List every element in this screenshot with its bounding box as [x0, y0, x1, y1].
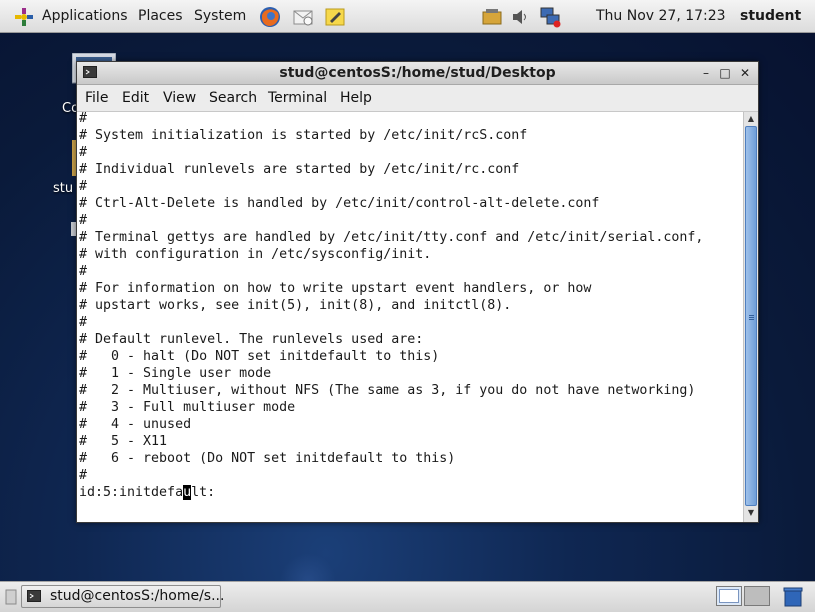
window-titlebar[interactable]: stud@centosS:/home/stud/Desktop – □ ✕ [77, 62, 758, 85]
taskbar-label: stud@centosS:/home/s... [50, 588, 225, 604]
menu-edit[interactable]: Edit [122, 85, 149, 111]
terminal-line: # 3 - Full multiuser mode [79, 400, 296, 415]
terminal-content[interactable]: # # System initialization is started by … [77, 112, 742, 522]
terminal-line: # upstart works, see init(5), init(8), a… [79, 298, 512, 313]
menu-terminal[interactable]: Terminal [268, 85, 327, 111]
mail-icon[interactable] [292, 6, 314, 28]
notes-icon[interactable] [324, 6, 346, 28]
terminal-line: # For information on how to write upstar… [79, 281, 592, 296]
terminal-line: # Default runlevel. The runlevels used a… [79, 332, 424, 347]
system-menu[interactable]: System [194, 0, 246, 33]
bottom-panel: stud@centosS:/home/s... [0, 581, 815, 612]
menu-bar: File Edit View Search Terminal Help [77, 85, 758, 112]
scroll-up-arrow-icon[interactable]: ▲ [745, 113, 757, 125]
scroll-down-arrow-icon[interactable]: ▼ [745, 507, 757, 519]
terminal-line: # [79, 179, 88, 194]
maximize-button[interactable]: □ [716, 64, 734, 82]
applications-menu[interactable]: Applications [42, 0, 128, 33]
volume-icon[interactable] [509, 6, 531, 28]
workspace-1[interactable] [716, 586, 742, 606]
terminal-line: # [79, 145, 88, 160]
terminal-line: # 2 - Multiuser, without NFS (The same a… [79, 383, 696, 398]
grip-icon [749, 315, 754, 316]
terminal-line: # 1 - Single user mode [79, 366, 272, 381]
terminal-line: # [79, 264, 88, 279]
workspace-window-preview [719, 589, 739, 603]
workspace-2[interactable] [744, 586, 770, 606]
terminal-edit-line: id:5:initdefault: [79, 484, 703, 501]
scroll-thumb[interactable] [745, 126, 757, 506]
desktop-icon-label-home: stu [53, 181, 74, 196]
user-menu[interactable]: student [740, 0, 801, 33]
terminal-line: # [79, 315, 88, 330]
show-desktop-icon[interactable] [5, 588, 17, 606]
terminal-icon [27, 590, 41, 602]
terminal-line: # 0 - halt (Do NOT set initdefault to th… [79, 349, 440, 364]
terminal-line: # System initialization is started by /e… [79, 128, 528, 143]
window-title: stud@centosS:/home/stud/Desktop [279, 65, 556, 81]
vertical-scrollbar[interactable]: ▲ ▼ [743, 112, 758, 522]
top-panel: Applications Places System Thu Nov 27, 1… [0, 0, 815, 33]
terminal-line: # 4 - unused [79, 417, 192, 432]
terminal-line: # 6 - reboot (Do NOT set initdefault to … [79, 451, 456, 466]
terminal-window: stud@centosS:/home/stud/Desktop – □ ✕ Fi… [76, 61, 759, 523]
close-button[interactable]: ✕ [736, 64, 754, 82]
terminal-line: # Individual runlevels are started by /e… [79, 162, 520, 177]
text-after-cursor: lt: [191, 485, 216, 500]
trash-icon[interactable] [782, 586, 804, 608]
terminal-line: # 5 - X11 [79, 434, 168, 449]
terminal-text: # # System initialization is started by … [79, 112, 703, 501]
terminal-line: # Terminal gettys are handled by /etc/in… [79, 230, 704, 245]
text-before-cursor: id:5:initdefa [79, 485, 184, 500]
menu-file[interactable]: File [85, 85, 108, 111]
menu-search[interactable]: Search [209, 85, 257, 111]
firefox-icon[interactable] [259, 6, 281, 28]
taskbar-terminal-button[interactable]: stud@centosS:/home/s... [21, 585, 225, 608]
terminal-line: # with configuration in /etc/sysconfig/i… [79, 247, 432, 262]
terminal-line: # [79, 213, 88, 228]
places-menu[interactable]: Places [138, 0, 183, 33]
minimize-button[interactable]: – [697, 64, 715, 82]
applications-logo-icon[interactable] [14, 7, 34, 27]
network-manager-icon[interactable] [481, 6, 503, 28]
menu-view[interactable]: View [163, 85, 196, 111]
menu-help[interactable]: Help [340, 85, 372, 111]
network-status-icon[interactable] [539, 6, 561, 28]
clock[interactable]: Thu Nov 27, 17:23 [596, 0, 726, 33]
terminal-line: # [79, 112, 88, 126]
terminal-line: # Ctrl-Alt-Delete is handled by /etc/ini… [79, 196, 600, 211]
terminal-line: # [79, 468, 88, 483]
text-cursor: u [183, 485, 192, 500]
